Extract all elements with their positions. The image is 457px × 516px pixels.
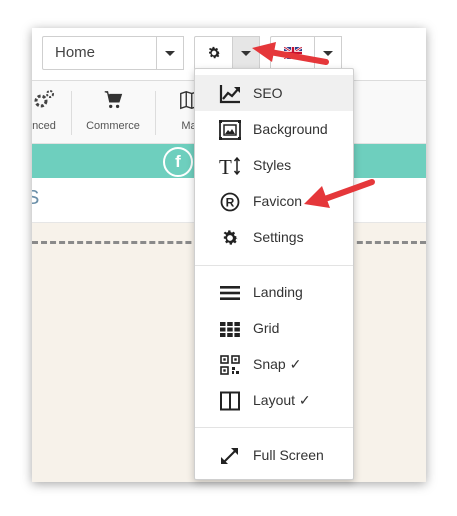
layout-icon (220, 391, 240, 411)
menu-item-label: SEO (253, 85, 283, 101)
registered-mark-icon: R (220, 192, 240, 212)
advanced-tool[interactable]: nced (32, 89, 64, 132)
toolbar-divider (155, 91, 156, 135)
chevron-down-icon (165, 51, 175, 56)
page-select-dropdown-button[interactable] (156, 36, 184, 70)
menu-item-layout[interactable]: Layout ✓ (195, 382, 353, 418)
menu-item-label: Background (253, 121, 328, 137)
settings-dropdown-menu: SEO Background T Styles R Favicon Settin… (194, 68, 354, 480)
annotation-arrow-icon (304, 179, 375, 208)
menu-item-label: Landing (253, 284, 303, 300)
commerce-label: Commerce (86, 120, 140, 132)
menu-item-label: Styles (253, 157, 292, 173)
settings-menu-button[interactable] (194, 36, 234, 70)
menu-item-label: Layout ✓ (253, 392, 311, 408)
menu-item-grid[interactable]: Grid (195, 310, 353, 346)
menu-item-label: Favicon (253, 193, 303, 209)
background-image-icon (219, 120, 241, 140)
menu-item-background[interactable]: Background (195, 111, 353, 147)
toolbar-divider (71, 91, 72, 135)
gear-icon (208, 46, 221, 59)
menu-item-settings[interactable]: Settings (195, 219, 353, 255)
menu-item-label: Snap ✓ (253, 356, 302, 372)
menu-divider (195, 427, 353, 428)
page-select-value: Home (55, 44, 96, 61)
svg-text:R: R (226, 196, 235, 210)
menu-item-label: Settings (253, 229, 304, 245)
gears-icon (34, 90, 54, 108)
svg-text:T: T (219, 156, 232, 176)
trend-chart-icon (219, 85, 240, 104)
advanced-label: nced (32, 120, 56, 132)
menu-item-label: Grid (253, 320, 280, 336)
strip-partial-text: S (32, 187, 40, 209)
menu-item-seo[interactable]: SEO (195, 75, 353, 111)
facebook-icon[interactable]: f (163, 147, 193, 177)
commerce-tool[interactable]: Commerce (82, 89, 144, 132)
text-size-icon: T (219, 156, 241, 176)
cart-icon (104, 91, 123, 109)
qr-code-icon (220, 355, 240, 375)
expand-icon (221, 448, 238, 464)
hamburger-icon (220, 286, 240, 300)
menu-item-label: Full Screen (253, 447, 324, 463)
menu-divider (195, 265, 353, 266)
gear-icon (223, 230, 238, 245)
menu-item-snap[interactable]: Snap ✓ (195, 346, 353, 382)
menu-item-full-screen[interactable]: Full Screen (195, 437, 353, 473)
annotation-arrow-icon (252, 42, 329, 65)
menu-item-landing[interactable]: Landing (195, 274, 353, 310)
grid-icon (220, 322, 240, 337)
